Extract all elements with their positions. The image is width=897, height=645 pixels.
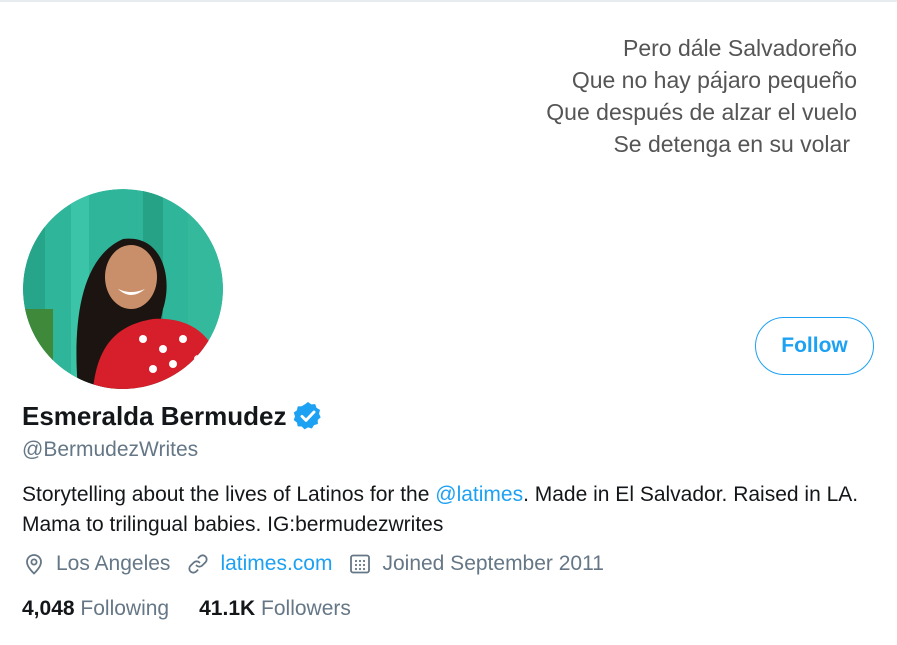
profile-stats: 4,048 Following 41.1K Followers	[22, 597, 381, 621]
bio-text-start: Storytelling about the lives of Latinos …	[22, 483, 436, 506]
profile-name: Esmeralda Bermudez	[22, 400, 287, 431]
following-stat[interactable]: 4,048 Following	[22, 597, 169, 621]
follow-button[interactable]: Follow	[755, 317, 874, 375]
avatar[interactable]	[23, 189, 223, 389]
poem-line-3: Que después de alzar el vuelo	[546, 99, 857, 125]
verified-badge-icon	[294, 402, 322, 430]
link-icon	[188, 554, 209, 574]
banner-poem: Pero dále Salvadoreño Que no hay pájaro …	[546, 32, 857, 160]
website-item[interactable]: latimes.com	[186, 552, 332, 576]
following-label: Following	[80, 597, 170, 620]
location-item: Los Angeles	[22, 552, 170, 576]
joined-item: Joined September 2011	[348, 552, 604, 576]
followers-stat[interactable]: 41.1K Followers	[199, 597, 351, 621]
profile-handle: @BermudezWrites	[22, 438, 199, 461]
avatar-frame[interactable]	[20, 186, 226, 392]
followers-count: 41.1K	[199, 597, 256, 620]
location-text: Los Angeles	[56, 552, 171, 575]
followers-label: Followers	[261, 597, 351, 620]
profile-meta: Los Angeles latimes.com Joined September…	[22, 552, 620, 576]
poem-line-4: Se detenga en su volar	[613, 131, 850, 157]
poem-line-2: Que no hay pájaro pequeño	[571, 67, 857, 93]
website-link[interactable]: latimes.com	[220, 552, 332, 576]
joined-text: Joined September 2011	[382, 552, 604, 575]
profile-name-row: Esmeralda Bermudez	[22, 400, 324, 432]
poem-line-1: Pero dále Salvadoreño	[623, 35, 857, 61]
location-pin-icon	[26, 554, 42, 575]
bio-mention-link[interactable]: @latimes	[435, 483, 523, 506]
profile-bio: Storytelling about the lives of Latinos …	[22, 480, 882, 540]
calendar-icon	[350, 554, 371, 574]
following-count: 4,048	[22, 597, 75, 620]
